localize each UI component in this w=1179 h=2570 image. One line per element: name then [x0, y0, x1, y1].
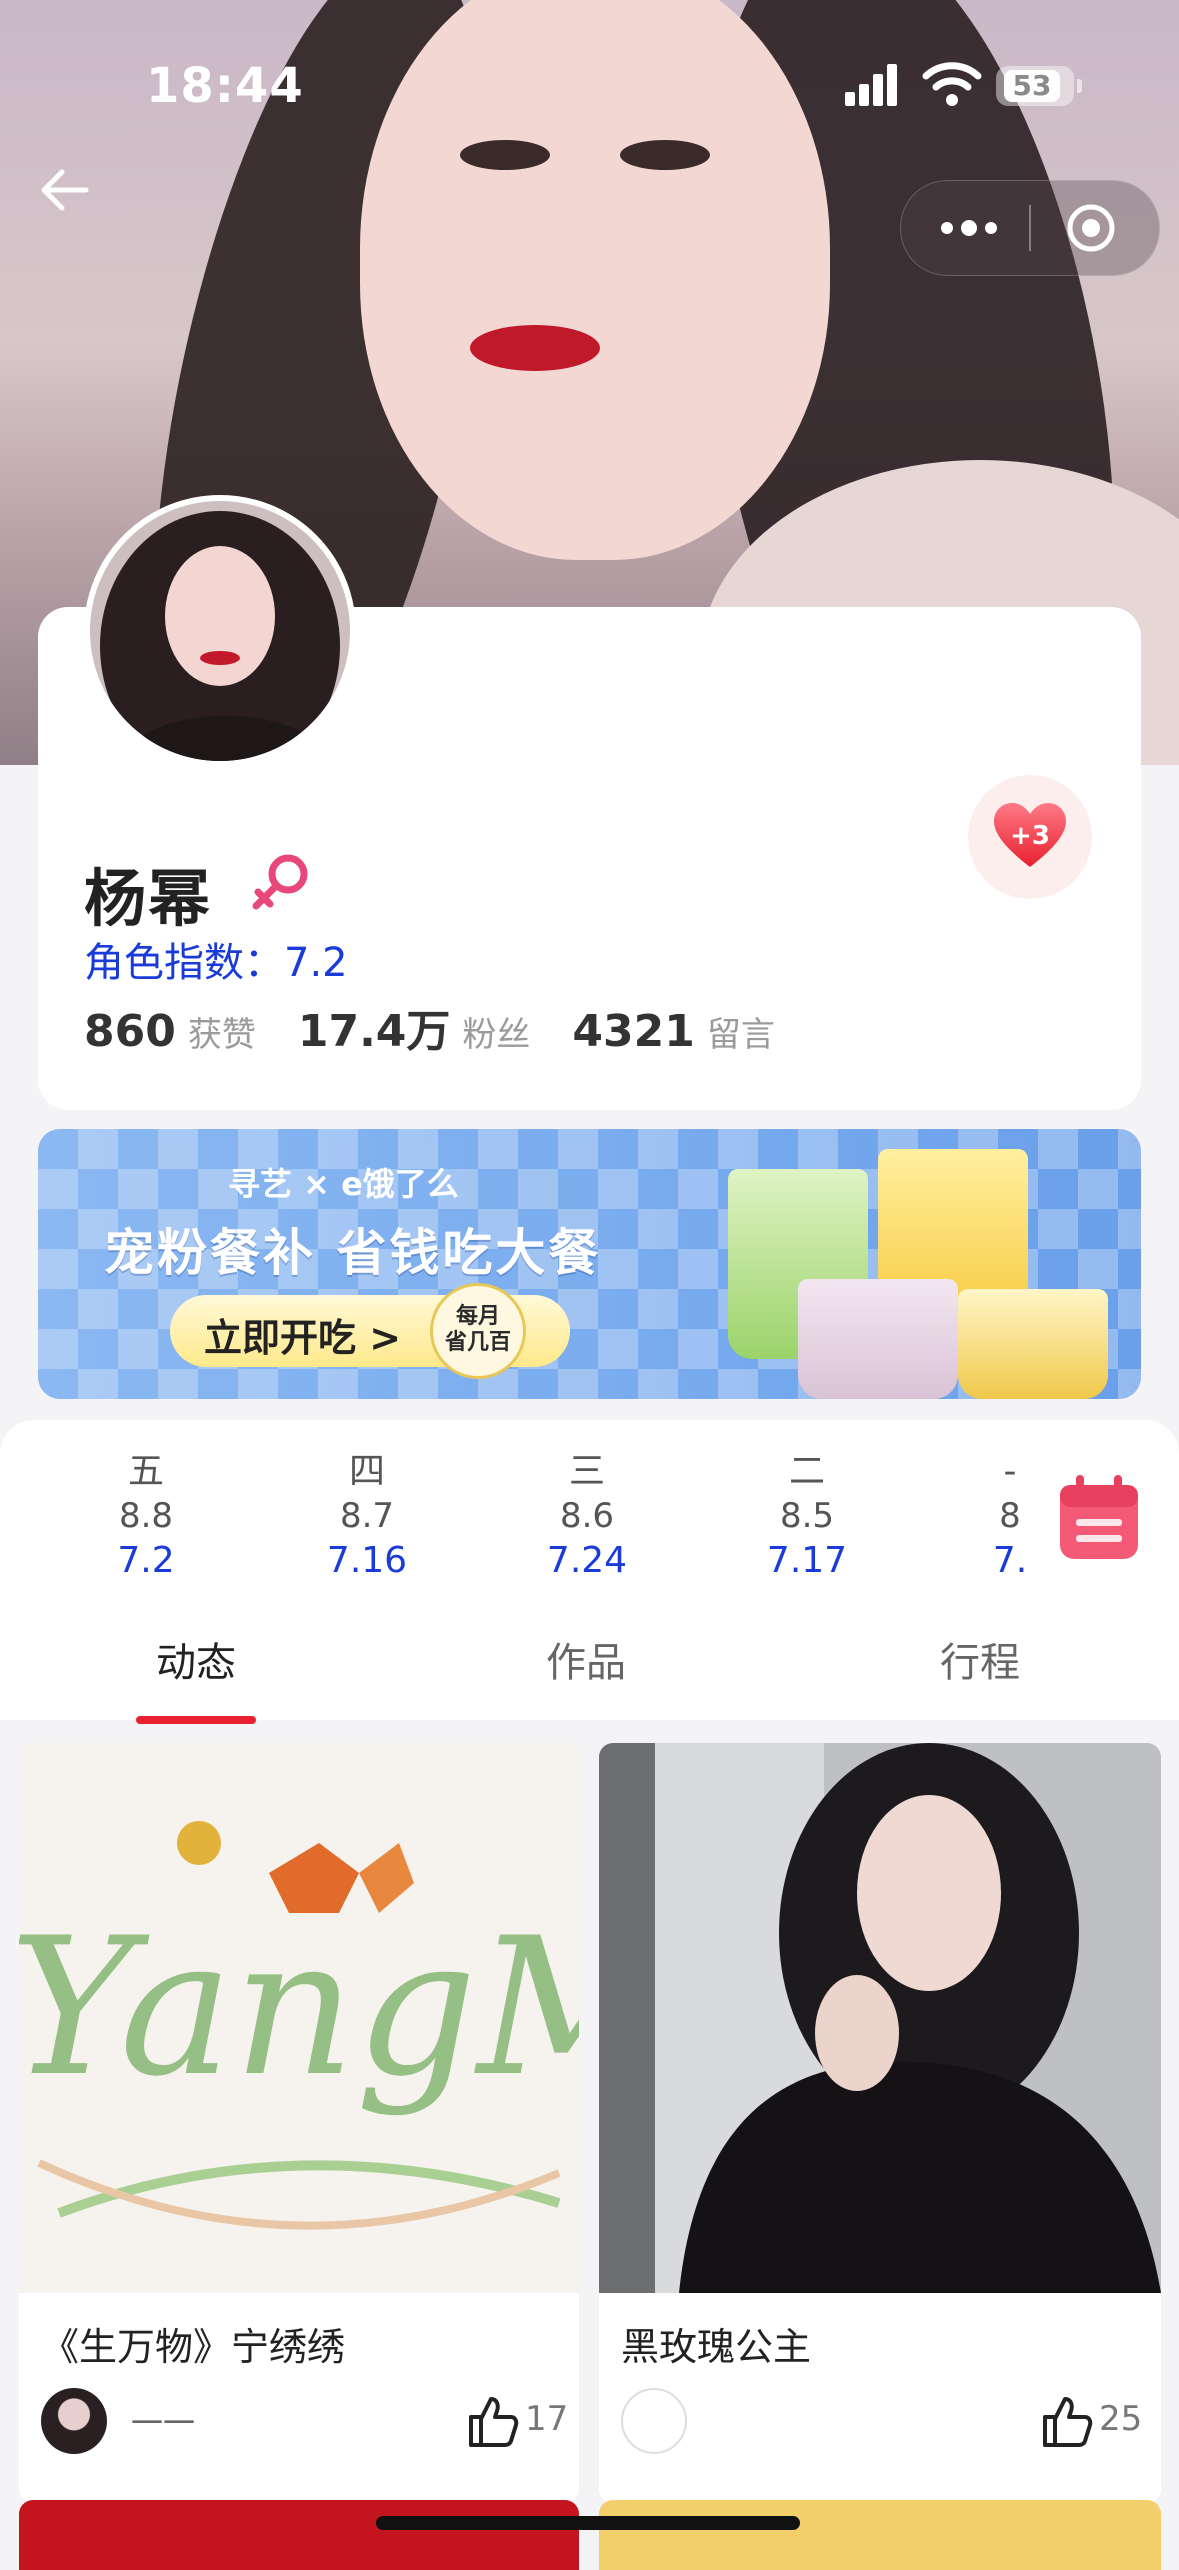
thumbs-up-icon[interactable]: [1039, 2395, 1093, 2449]
fans-label: 粉丝: [462, 1015, 531, 1055]
profile-stats: 860 获赞 17.4万 粉丝 4321 留言: [84, 995, 817, 1057]
thumbs-up-icon[interactable]: [465, 2395, 519, 2449]
status-time: 18:44: [146, 58, 304, 114]
heart-badge: +3: [1010, 821, 1050, 851]
day-item[interactable]: 四 8.7 7.16: [297, 1450, 437, 1584]
target-icon[interactable]: [1066, 203, 1116, 253]
feed-author: 一一: [131, 2404, 196, 2442]
like-count: 17: [525, 2399, 569, 2439]
support-heart-button[interactable]: +3: [968, 775, 1092, 899]
banner-title: 宠粉餐补 省钱吃大餐: [104, 1224, 602, 1282]
day-item[interactable]: 三 8.6 7.24: [517, 1450, 657, 1584]
feed-title: 黑玫瑰公主: [621, 2325, 812, 2369]
avatar[interactable]: [84, 495, 356, 767]
feed-card[interactable]: 黑玫瑰公主 25: [599, 1743, 1161, 2503]
female-icon: [252, 854, 308, 910]
signal-icon: [845, 62, 905, 106]
drink-image: [958, 1289, 1108, 1399]
day-item[interactable]: 二 8.5 7.17: [737, 1450, 877, 1584]
comments-label: 留言: [706, 1015, 775, 1055]
svg-text:YangMi: YangMi: [19, 1897, 579, 2118]
more-dots-icon[interactable]: [939, 211, 999, 245]
profile-name: 杨幂: [84, 862, 213, 935]
home-indicator: [376, 2516, 800, 2530]
tab-indicator: [136, 1716, 256, 1724]
back-arrow-icon[interactable]: [36, 160, 96, 220]
mini-program-capsule: [900, 180, 1160, 276]
like-count: 25: [1099, 2399, 1143, 2439]
role-index: 角色指数：7.2: [84, 940, 348, 986]
feed-image: [599, 1743, 1161, 2293]
avatar[interactable]: [41, 2388, 107, 2454]
drink-image: [798, 1279, 958, 1399]
tab-schedule[interactable]: 行程: [940, 1630, 1020, 1688]
tab-updates[interactable]: 动态: [156, 1630, 236, 1688]
tab-bar: 动态 作品 行程: [0, 1600, 1179, 1720]
tab-works[interactable]: 作品: [546, 1630, 626, 1688]
feed-card[interactable]: YangMi 《生万物》宁绣绣 一一 17: [19, 1743, 579, 2503]
likes-label: 获赞: [187, 1015, 256, 1055]
fans-count: 17.4万: [297, 1006, 451, 1057]
likes-count: 860: [84, 1006, 176, 1057]
feed-title: 《生万物》宁绣绣: [41, 2325, 346, 2369]
promo-banner[interactable]: 寻艺 × e饿了么 宠粉餐补 省钱吃大餐 立即开吃 > 每月 省几百: [38, 1129, 1141, 1399]
comments-count: 4321: [572, 1006, 695, 1057]
banner-badge: 每月 省几百: [430, 1283, 526, 1379]
wifi-icon: [922, 62, 982, 106]
feed-card-partial[interactable]: [599, 2500, 1161, 2570]
status-bar: 18:44 53: [0, 0, 1179, 170]
daily-index-strip[interactable]: 五 8.8 7.2 四 8.7 7.16 三 8.6 7.24 二 8.5 7.17 -8 7.: [0, 1450, 1050, 1590]
calendar-icon[interactable]: [1058, 1475, 1140, 1561]
feed-image: YangMi: [19, 1743, 579, 2293]
battery-icon: 53: [996, 66, 1082, 106]
day-item[interactable]: 五 8.8 7.2: [76, 1450, 216, 1584]
banner-brand: 寻艺 × e饿了么: [228, 1165, 459, 1203]
feed-card-partial[interactable]: [19, 2500, 579, 2570]
avatar[interactable]: [621, 2388, 687, 2454]
